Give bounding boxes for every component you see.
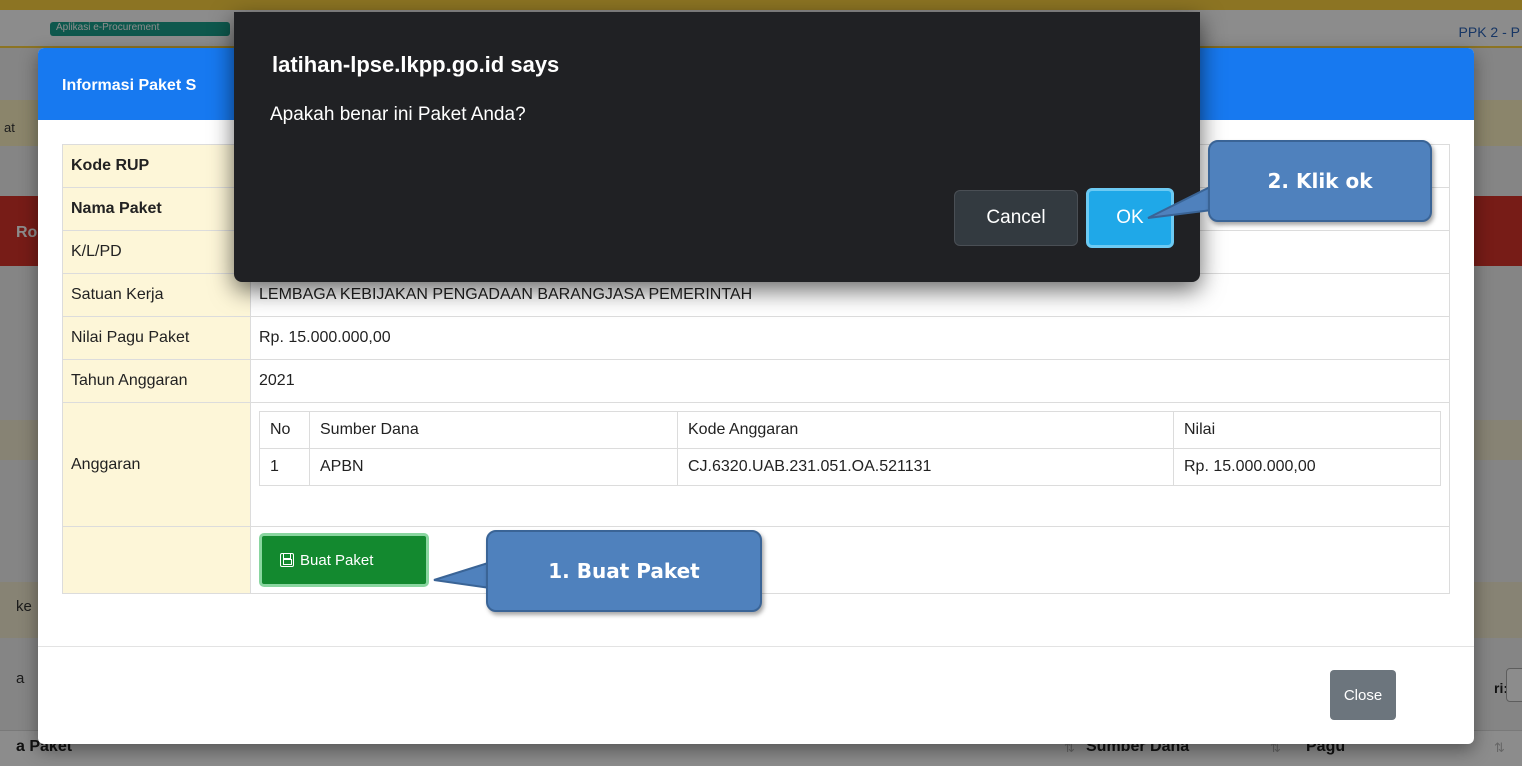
confirm-dialog: latihan-lpse.lkpp.go.id says Apakah bena… [234,12,1200,282]
modal-footer-divider [38,646,1474,647]
row-label: Nilai Pagu Paket [62,316,251,360]
row-label: Kode RUP [62,144,251,188]
dialog-message: Apakah benar ini Paket Anda? [270,104,526,125]
callout-step-2: 2. Klik ok [1208,140,1432,222]
row-value: No Sumber Dana Kode Anggaran Nilai 1 APB… [250,402,1450,527]
row-value: 2021 [250,359,1450,403]
modal-title: Informasi Paket S [62,77,197,94]
row-label: Tahun Anggaran [62,359,251,403]
header-cell: No [259,411,310,449]
header-cell: Sumber Dana [309,411,678,449]
anggaran-table: No Sumber Dana Kode Anggaran Nilai 1 APB… [259,411,1441,486]
table-row: Tahun Anggaran 2021 [62,359,1450,403]
cell: CJ.6320.UAB.231.051.OA.521131 [677,448,1174,486]
cell: APBN [309,448,678,486]
buat-paket-button[interactable]: Buat Paket [259,533,429,587]
callout-step-1: 1. Buat Paket [486,530,762,612]
row-label: Anggaran [62,402,251,527]
buat-paket-label: Buat Paket [300,551,374,569]
cell: 1 [259,448,310,486]
dialog-title: latihan-lpse.lkpp.go.id says [272,52,560,77]
save-icon [280,553,294,567]
row-label: Satuan Kerja [62,273,251,317]
row-value: Rp. 15.000.000,00 [250,316,1450,360]
anggaran-header-row: No Sumber Dana Kode Anggaran Nilai [259,411,1441,449]
header-cell: Nilai [1173,411,1441,449]
row-label [62,526,251,594]
cancel-button[interactable]: Cancel [954,190,1078,246]
row-label: Nama Paket [62,187,251,231]
anggaran-row: 1 APBN CJ.6320.UAB.231.051.OA.521131 Rp.… [259,448,1441,486]
close-button[interactable]: Close [1330,670,1396,720]
row-label: K/L/PD [62,230,251,274]
cell: Rp. 15.000.000,00 [1173,448,1441,486]
header-cell: Kode Anggaran [677,411,1174,449]
table-row: Nilai Pagu Paket Rp. 15.000.000,00 [62,316,1450,360]
table-row: Anggaran No Sumber Dana Kode Anggaran Ni… [62,402,1450,527]
